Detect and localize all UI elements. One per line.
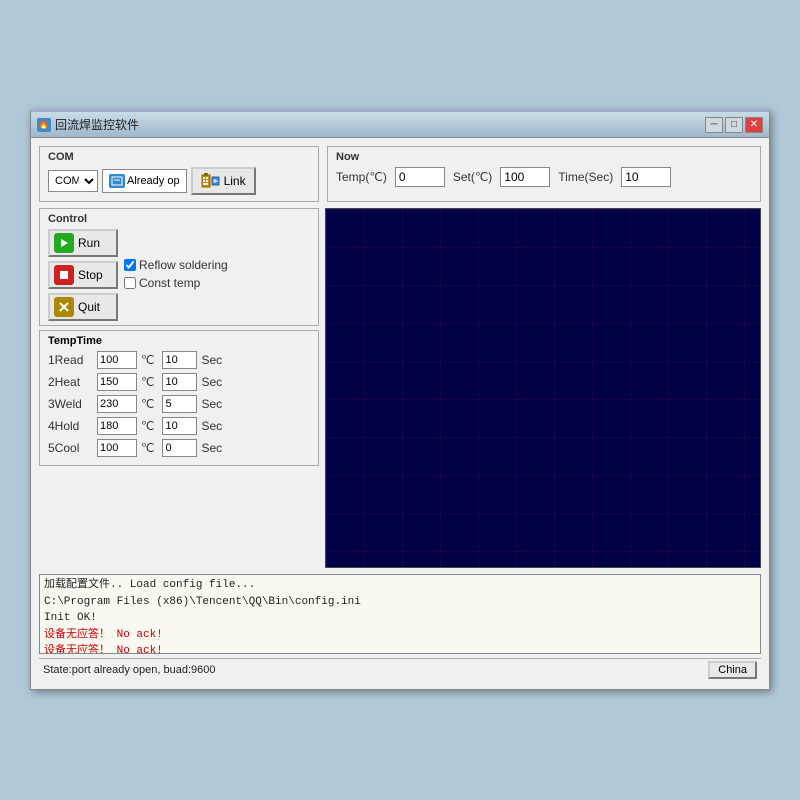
control-row: Run Stop [48,229,310,321]
already-icon [109,174,125,188]
temptime-label: TempTime [48,335,310,347]
list-item: C:\Program Files (x86)\Tencent\QQ\Bin\co… [44,594,756,611]
app-icon: 🔥 [37,118,51,132]
table-row: 3Weld ℃ Sec [48,395,310,413]
com-panel: COM COM1 COM2 COM3 Already op [39,146,319,202]
tt-sec-1: Sec [201,353,222,367]
tt-sec-3: Sec [201,397,222,411]
top-section: COM COM1 COM2 COM3 Already op [39,146,761,202]
middle-section: Control Run [39,208,761,568]
run-button[interactable]: Run [48,229,118,257]
tt-temp-3[interactable] [97,395,137,413]
tt-name-3: 3Weld [48,397,93,411]
table-row: 1Read ℃ Sec [48,351,310,369]
mode-col: Reflow soldering Const temp [124,258,228,292]
reflow-checkbox-label[interactable]: Reflow soldering [124,258,228,272]
tt-temp-4[interactable] [97,417,137,435]
close-button[interactable]: ✕ [745,117,763,133]
now-label: Now [336,151,752,163]
list-item: 设备无应答！ No ack! [44,643,756,654]
table-row: 5Cool ℃ Sec [48,439,310,457]
tt-temp-2[interactable] [97,373,137,391]
time-value-input[interactable] [621,167,671,187]
log-container: 加载配置文件.. Load config file... C:\Program … [39,574,761,654]
run-label: Run [78,236,100,250]
buttons-col: Run Stop [48,229,118,321]
set-value-input[interactable] [500,167,550,187]
maximize-button[interactable]: □ [725,117,743,133]
temp-label: Temp(℃) [336,170,387,184]
stop-label: Stop [78,268,103,282]
quit-icon [54,297,74,317]
tt-sec-5: Sec [201,441,222,455]
stop-button[interactable]: Stop [48,261,118,289]
already-label: Already op [127,175,180,187]
log-area[interactable]: 加载配置文件.. Load config file... C:\Program … [39,574,761,654]
title-bar: 🔥 回流焊监控软件 ─ □ ✕ [31,112,769,138]
status-bar: State:port already open, buad:9600 China [39,658,761,681]
tt-time-5[interactable] [162,439,197,457]
const-label: Const temp [139,276,200,290]
const-checkbox-label[interactable]: Const temp [124,276,228,290]
temp-value-input[interactable] [395,167,445,187]
window-controls: ─ □ ✕ [705,117,763,133]
title-bar-left: 🔥 回流焊监控软件 [37,116,139,133]
tt-temp-5[interactable] [97,439,137,457]
tt-name-4: 4Hold [48,419,93,433]
list-item: 设备无应答！ No ack! [44,627,756,644]
now-row: Temp(℃) Set(℃) Time(Sec) [336,167,752,187]
tt-name-5: 5Cool [48,441,93,455]
link-label: Link [224,174,246,188]
tt-temp-1[interactable] [97,351,137,369]
reflow-checkbox[interactable] [124,259,136,271]
table-row: 4Hold ℃ Sec [48,417,310,435]
tt-name-1: 1Read [48,353,93,367]
tt-unit-5: ℃ [141,441,154,455]
tt-time-3[interactable] [162,395,197,413]
tt-name-2: 2Heat [48,375,93,389]
com-port-select[interactable]: COM1 COM2 COM3 [48,170,98,192]
reflow-label: Reflow soldering [139,258,228,272]
already-open-button[interactable]: Already op [102,169,187,193]
set-label: Set(℃) [453,170,492,184]
tt-unit-1: ℃ [141,353,154,367]
list-item: 加载配置文件.. Load config file... [44,577,756,594]
tt-sec-2: Sec [201,375,222,389]
window-title: 回流焊监控软件 [55,116,139,133]
control-label: Control [48,213,310,225]
com-label: COM [48,151,310,163]
main-window: 🔥 回流焊监控软件 ─ □ ✕ COM COM1 COM2 COM3 [30,110,770,690]
tt-time-1[interactable] [162,351,197,369]
time-label: Time(Sec) [558,170,613,184]
const-checkbox[interactable] [124,277,136,289]
control-panel: Control Run [39,208,319,326]
link-button[interactable]: Link [191,167,256,195]
temptime-panel: TempTime 1Read ℃ Sec 2Heat ℃ Sec [39,330,319,466]
list-item: Init OK! [44,610,756,627]
tt-time-4[interactable] [162,417,197,435]
tt-time-2[interactable] [162,373,197,391]
quit-button[interactable]: Quit [48,293,118,321]
tt-sec-4: Sec [201,419,222,433]
stop-icon [54,265,74,285]
tt-unit-2: ℃ [141,375,154,389]
run-icon [54,233,74,253]
minimize-button[interactable]: ─ [705,117,723,133]
status-text: State:port already open, buad:9600 [43,664,215,676]
quit-label: Quit [78,300,100,314]
tt-unit-3: ℃ [141,397,154,411]
left-panel: Control Run [39,208,319,568]
china-button[interactable]: China [708,661,757,679]
main-content: COM COM1 COM2 COM3 Already op [31,138,769,689]
tt-unit-4: ℃ [141,419,154,433]
table-row: 2Heat ℃ Sec [48,373,310,391]
chart-grid [326,209,760,567]
now-panel: Now Temp(℃) Set(℃) Time(Sec) [327,146,761,202]
chart-area: 500℃ [325,208,761,568]
com-row: COM1 COM2 COM3 Already op [48,167,310,195]
link-icon [201,172,221,190]
